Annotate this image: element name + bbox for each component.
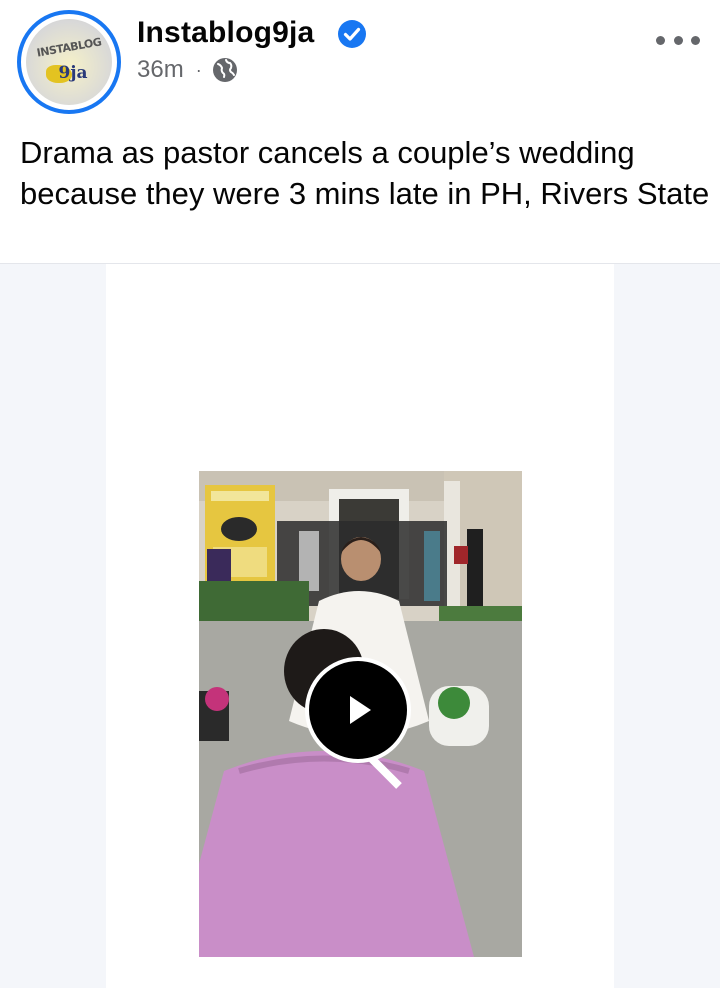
logo-sub: 9ja [58, 63, 88, 83]
more-dot [691, 35, 700, 45]
more-options-icon[interactable] [656, 26, 700, 54]
page-name[interactable]: Instablog9ja [137, 16, 314, 50]
verified-badge-icon [338, 20, 366, 48]
play-icon [350, 696, 371, 724]
meta-separator: · [195, 59, 202, 80]
post-meta: 36m · [137, 56, 238, 84]
more-dot [673, 35, 683, 45]
post-caption: Drama as pastor cancels a couple’s weddi… [20, 135, 710, 211]
instablog9ja-logo: INSTABLOG 9ja [26, 19, 112, 105]
globe-icon [212, 58, 237, 82]
post-header: INSTABLOG 9ja Instablog9ja 36m · [0, 0, 720, 120]
more-dot [656, 35, 665, 45]
play-button[interactable] [305, 657, 411, 763]
logo-text: INSTABLOG [35, 35, 103, 60]
page-avatar[interactable]: INSTABLOG 9ja [17, 10, 121, 114]
post-time[interactable]: 36m [137, 56, 184, 84]
